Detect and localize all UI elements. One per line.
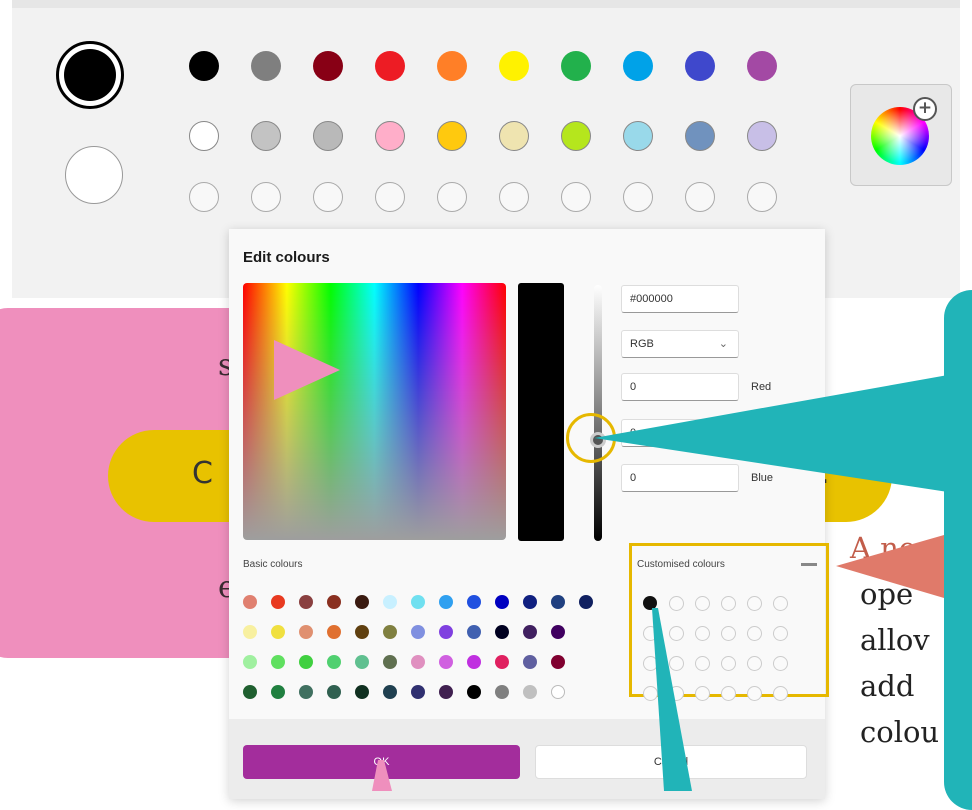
- coral-arrow: [836, 535, 944, 598]
- teal-arrow: [594, 375, 948, 492]
- pink-arrow-bottom: [372, 760, 392, 791]
- teal-arrow-bottom: [652, 608, 692, 791]
- pink-arrow: [274, 340, 340, 400]
- callout-arrows: [274, 340, 948, 791]
